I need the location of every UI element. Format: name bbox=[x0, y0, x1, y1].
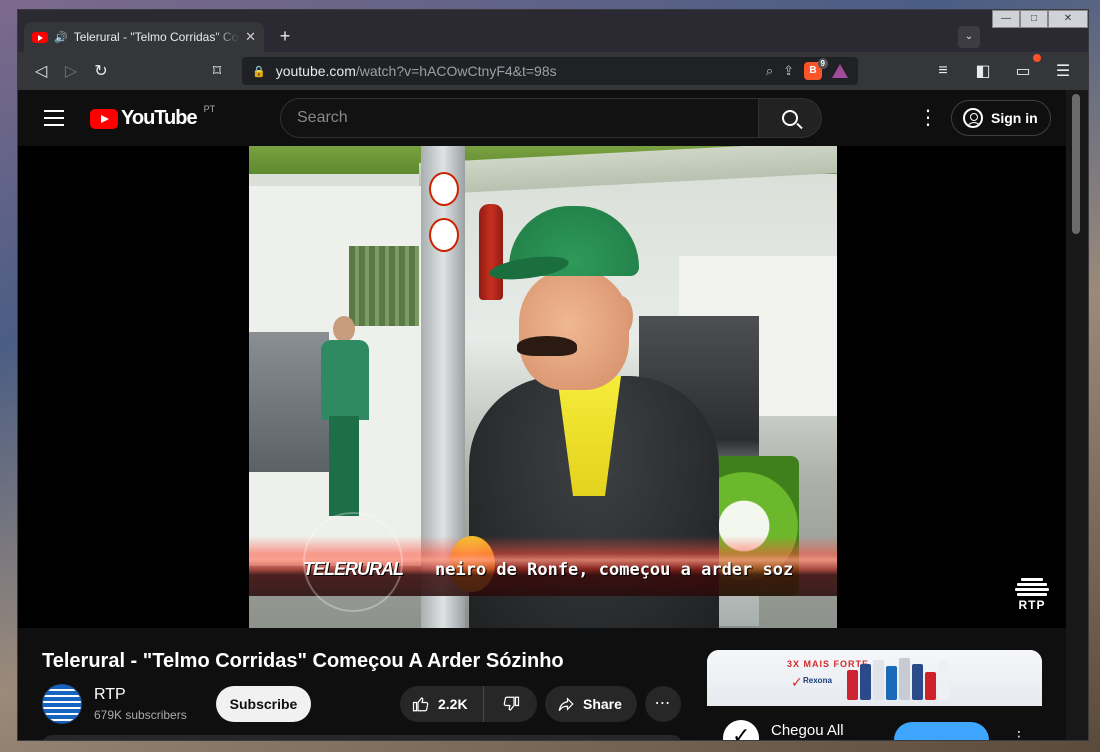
ad-advertiser-avatar[interactable] bbox=[723, 720, 759, 740]
search-icon bbox=[782, 110, 798, 126]
url-text[interactable]: youtube.com/watch?v=hACOwCtnyF4&t=98s bbox=[276, 63, 756, 79]
scene-background-person bbox=[319, 316, 371, 516]
settings-kebab-icon[interactable]: ⋮ bbox=[918, 108, 938, 128]
thumbs-down-icon bbox=[502, 695, 520, 713]
share-button[interactable]: Share bbox=[545, 686, 637, 722]
window-controls: — □ ✕ bbox=[992, 10, 1088, 28]
video-player[interactable]: TELERURAL neiro de Ronfe, começou a arde… bbox=[18, 146, 1068, 628]
browser-toolbar: ◁ ▷ ↻ ⌑ 🔒 youtube.com/watch?v=hACOwCtnyF… bbox=[18, 52, 1088, 90]
no-phone-sign-icon bbox=[429, 172, 459, 206]
wallet-icon[interactable]: ▭ bbox=[1008, 54, 1041, 86]
ad-products-image bbox=[847, 656, 967, 700]
minimize-button[interactable]: — bbox=[992, 10, 1020, 28]
like-button[interactable]: 2.2K bbox=[400, 686, 484, 722]
rtp-watermark: RTP bbox=[1012, 576, 1052, 612]
youtube-header: YouTube PT Search ⋮ Sign in bbox=[18, 90, 1068, 146]
show-logo-overlay: TELERURAL bbox=[303, 559, 404, 579]
ad-title[interactable]: Chegou All bbox=[771, 722, 844, 739]
search-input[interactable]: Search bbox=[280, 98, 760, 138]
back-icon[interactable]: ◁ bbox=[26, 56, 56, 86]
tab-title: Telerural - "Telmo Corridas" Começou A A… bbox=[73, 30, 239, 44]
maximize-button[interactable]: □ bbox=[1020, 10, 1048, 28]
tab-search-button[interactable]: ⌄ bbox=[958, 26, 980, 48]
scene-machine bbox=[249, 332, 329, 472]
zoom-icon[interactable]: ⌕ bbox=[766, 63, 773, 79]
page-scrollbar[interactable] bbox=[1066, 90, 1088, 740]
ad-menu-icon[interactable]: ⋮ bbox=[1012, 728, 1026, 740]
browser-window: 🔊 Telerural - "Telmo Corridas" Começou A… bbox=[17, 9, 1089, 741]
guide-menu-icon[interactable] bbox=[44, 110, 64, 126]
sign-in-button[interactable]: Sign in bbox=[951, 100, 1051, 136]
like-count: 2.2K bbox=[438, 696, 468, 712]
channel-avatar[interactable] bbox=[42, 684, 82, 724]
ad-check-icon: ✓ bbox=[791, 674, 803, 690]
video-title: Telerural - "Telmo Corridas" Começou A A… bbox=[42, 650, 564, 672]
bookmark-icon[interactable]: ⌑ bbox=[202, 56, 232, 86]
shields-count-badge: 9 bbox=[817, 58, 828, 69]
ad-companion[interactable]: 3X MAIS FORTE ✓ Rexona Chegou All bbox=[707, 650, 1042, 740]
thumbs-up-icon bbox=[412, 695, 430, 713]
country-code: PT bbox=[203, 103, 216, 114]
share-page-icon[interactable]: ⇪ bbox=[783, 63, 794, 79]
close-window-button[interactable]: ✕ bbox=[1048, 10, 1088, 28]
video-caption: neiro de Ronfe, começou a arder soz bbox=[435, 560, 794, 580]
lock-icon: 🔒 bbox=[252, 65, 266, 78]
search-button[interactable] bbox=[758, 98, 822, 138]
tab-close-icon[interactable]: ✕ bbox=[245, 29, 256, 45]
ad-info-row: Chegou All ⋮ bbox=[707, 706, 1042, 740]
toolbar-right: ≡ ◧ ▭ ☰ bbox=[928, 54, 1078, 86]
subscriber-count: 679K subscribers bbox=[94, 708, 187, 722]
scrollbar-thumb[interactable] bbox=[1072, 94, 1080, 234]
share-icon bbox=[557, 695, 575, 713]
brave-rewards-icon[interactable] bbox=[832, 64, 848, 78]
brave-shields-icon[interactable]: B9 bbox=[804, 58, 828, 80]
subscribe-button[interactable]: Subscribe bbox=[216, 686, 311, 722]
playlist-icon[interactable]: ≡ bbox=[928, 56, 958, 86]
scene-window bbox=[349, 246, 419, 326]
youtube-logo[interactable]: YouTube PT bbox=[90, 103, 216, 130]
video-frame[interactable]: TELERURAL neiro de Ronfe, começou a arde… bbox=[249, 146, 837, 628]
ad-brand: Rexona bbox=[803, 676, 832, 685]
account-icon bbox=[963, 108, 983, 128]
new-tab-button[interactable]: + bbox=[274, 26, 296, 48]
youtube-play-icon bbox=[90, 108, 118, 129]
sidebar-icon[interactable]: ◧ bbox=[968, 56, 998, 86]
like-dislike-group: 2.2K bbox=[400, 686, 537, 722]
menu-icon[interactable]: ☰ bbox=[1048, 56, 1078, 86]
youtube-favicon-icon bbox=[32, 31, 48, 43]
more-actions-button[interactable]: ⋯ bbox=[645, 686, 681, 722]
description-box[interactable] bbox=[42, 735, 682, 740]
speaker-icon[interactable]: 🔊 bbox=[54, 31, 68, 44]
channel-name[interactable]: RTP bbox=[94, 686, 126, 704]
browser-tab-active[interactable]: 🔊 Telerural - "Telmo Corridas" Começou A… bbox=[24, 22, 264, 52]
forward-icon[interactable]: ▷ bbox=[56, 56, 86, 86]
notification-dot bbox=[1033, 54, 1041, 62]
ad-banner-image[interactable]: 3X MAIS FORTE ✓ Rexona bbox=[707, 650, 1042, 706]
dislike-button[interactable] bbox=[484, 695, 537, 713]
tab-strip: 🔊 Telerural - "Telmo Corridas" Começou A… bbox=[18, 10, 1088, 52]
reload-icon[interactable]: ↻ bbox=[86, 56, 116, 86]
ad-cta-button[interactable] bbox=[894, 722, 989, 740]
address-bar[interactable]: 🔒 youtube.com/watch?v=hACOwCtnyF4&t=98s … bbox=[242, 57, 858, 85]
youtube-page: YouTube PT Search ⋮ Sign in TELERURAL ne… bbox=[18, 90, 1068, 740]
